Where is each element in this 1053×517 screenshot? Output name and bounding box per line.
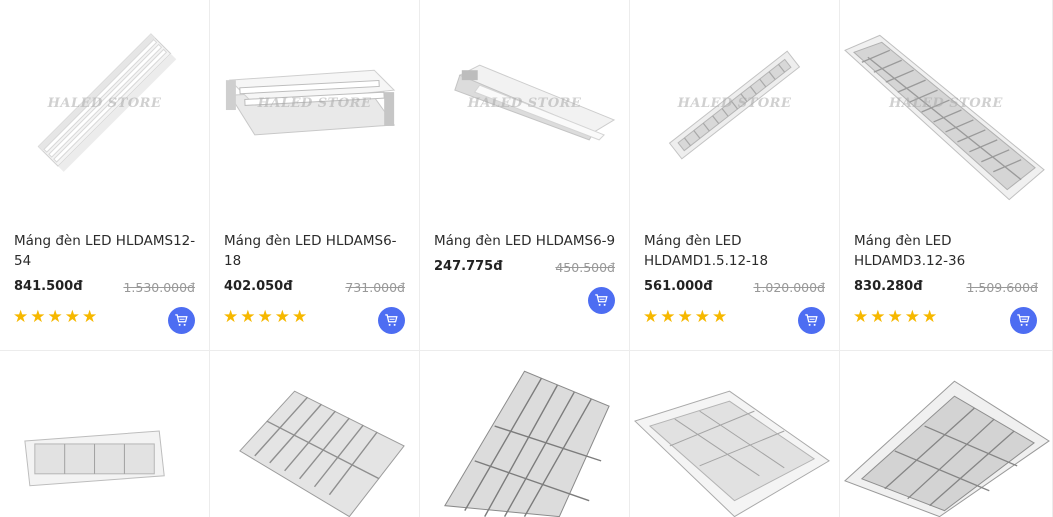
- product-title[interactable]: Máng đèn LED HLDAMD3.12-36: [854, 231, 1040, 271]
- product-image[interactable]: [210, 0, 419, 225]
- shopping-cart-icon: [385, 314, 398, 326]
- product-grid: HALED STORE Máng đèn LED HLDAMS12-54 841…: [0, 0, 1053, 517]
- product-card[interactable]: [420, 351, 630, 517]
- product-old-price: 1.020.000đ: [753, 280, 825, 295]
- product-price: 561.000đ: [644, 279, 713, 294]
- product-image[interactable]: [0, 0, 209, 225]
- product-old-price: 450.500đ: [555, 260, 615, 275]
- product-price: 402.050đ: [224, 279, 293, 294]
- shopping-cart-icon: [1017, 314, 1030, 326]
- product-old-price: 1.509.600đ: [966, 280, 1038, 295]
- rating-stars: ★★★★★: [853, 307, 940, 327]
- product-card[interactable]: [630, 351, 840, 517]
- rating-stars: ★★★★★: [223, 307, 310, 327]
- rating-stars: ★★★★★: [643, 307, 730, 327]
- product-card[interactable]: HALED STORE Máng đèn LED HLDAMS6-9 247.7…: [420, 0, 630, 351]
- product-image[interactable]: [630, 351, 839, 517]
- rating-stars: ★★★★★: [13, 307, 100, 327]
- product-image[interactable]: [420, 351, 629, 517]
- product-card[interactable]: [840, 351, 1053, 517]
- add-to-cart-button[interactable]: [1010, 307, 1037, 334]
- add-to-cart-button[interactable]: [168, 307, 195, 334]
- product-image[interactable]: [420, 0, 629, 225]
- product-title[interactable]: Máng đèn LED HLDAMS6-18: [224, 231, 407, 271]
- product-old-price: 731.000đ: [345, 280, 405, 295]
- watermark-text: HALED STORE: [467, 96, 582, 111]
- product-image[interactable]: [840, 351, 1052, 517]
- product-price: 247.775đ: [434, 259, 503, 274]
- watermark-text: HALED STORE: [889, 96, 1003, 111]
- product-price: 830.280đ: [854, 279, 923, 294]
- product-title[interactable]: Máng đèn LED HLDAMD1.5.12-18: [644, 231, 827, 271]
- product-card[interactable]: HALED STORE Máng đèn LED HLDAMS12-54 841…: [0, 0, 210, 351]
- product-image[interactable]: [630, 0, 839, 225]
- product-title[interactable]: Máng đèn LED HLDAMS12-54: [14, 231, 197, 271]
- shopping-cart-icon: [175, 314, 188, 326]
- product-card[interactable]: HALED STORE Máng đèn LED HLDAMD3.12-36 8…: [840, 0, 1053, 351]
- add-to-cart-button[interactable]: [588, 287, 615, 314]
- product-old-price: 1.530.000đ: [123, 280, 195, 295]
- product-card[interactable]: [210, 351, 420, 517]
- watermark-text: HALED STORE: [47, 96, 162, 111]
- watermark-text: HALED STORE: [677, 96, 792, 111]
- product-card[interactable]: HALED STORE Máng đèn LED HLDAMD1.5.12-18…: [630, 0, 840, 351]
- product-card[interactable]: [0, 351, 210, 517]
- product-image[interactable]: [210, 351, 419, 517]
- product-card[interactable]: HALED STORE Máng đèn LED HLDAMS6-18 402.…: [210, 0, 420, 351]
- product-title[interactable]: Máng đèn LED HLDAMS6-9: [434, 231, 617, 251]
- shopping-cart-icon: [805, 314, 818, 326]
- add-to-cart-button[interactable]: [378, 307, 405, 334]
- product-image[interactable]: [0, 351, 209, 517]
- watermark-text: HALED STORE: [257, 96, 372, 111]
- product-image[interactable]: [840, 0, 1052, 225]
- add-to-cart-button[interactable]: [798, 307, 825, 334]
- product-price: 841.500đ: [14, 279, 83, 294]
- shopping-cart-icon: [595, 294, 608, 306]
